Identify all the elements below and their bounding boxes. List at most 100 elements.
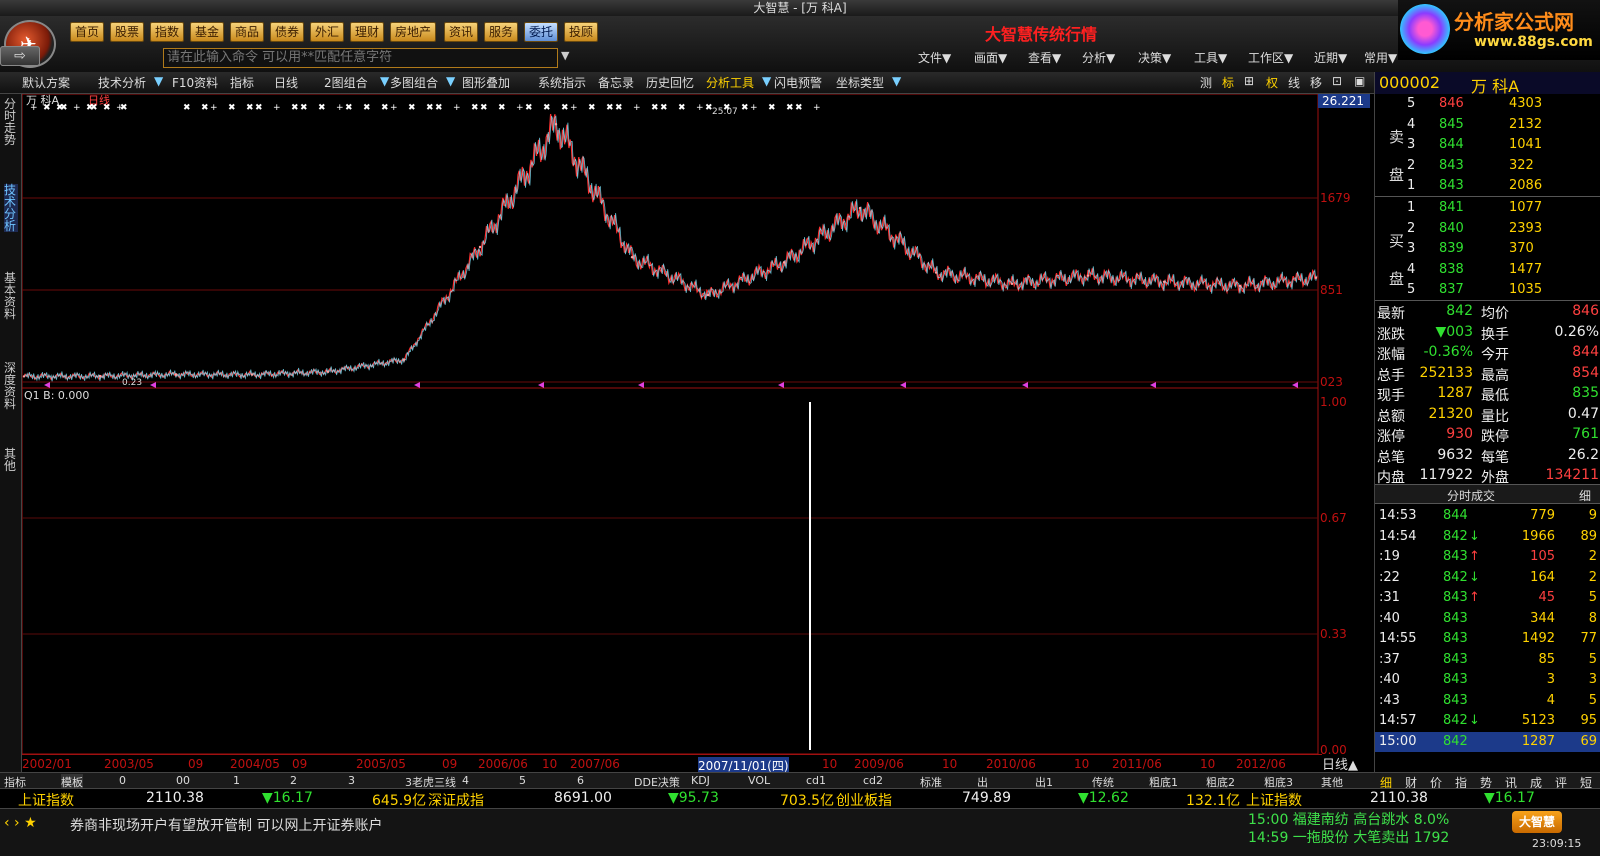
buy-row-4[interactable]: 5 837 1035 <box>1375 280 1600 300</box>
indicator-tab-14[interactable]: cd1 <box>806 774 826 787</box>
ticker-item-2[interactable]: ▼16.17 <box>262 790 313 806</box>
indicator-tab-6[interactable]: 3 <box>348 774 355 787</box>
ticker-item-0[interactable]: 上证指数 <box>18 790 74 810</box>
toolbar-item-13[interactable]: 坐标类型 <box>834 74 886 91</box>
ticker-item-7[interactable]: 703.5亿 <box>780 790 834 810</box>
command-input[interactable]: 请在此输入命令 可以用**匹配任意字符 <box>163 48 558 68</box>
menu-button-3[interactable]: 基金 <box>190 22 225 42</box>
toolbar-item-10[interactable]: 历史回忆 <box>644 74 696 91</box>
ticker-item-4[interactable]: 深证成指 <box>428 790 484 810</box>
indicator-tab-9[interactable]: 5 <box>519 774 526 787</box>
toolbar-dropdown-icon[interactable]: ▼ <box>152 74 165 91</box>
tick-row-5[interactable]: :40 843 344 8 <box>1375 609 1600 629</box>
toolbar-icon-7[interactable]: ▣ <box>1352 74 1367 91</box>
toolbar-item-11[interactable]: 分析工具 <box>704 74 756 91</box>
right-menu-0[interactable]: 文件▼ <box>918 49 951 66</box>
menu-button-6[interactable]: 外汇 <box>310 22 345 42</box>
indicator-tab-13[interactable]: VOL <box>748 774 770 787</box>
buy-row-1[interactable]: 2 840 2393 <box>1375 219 1600 239</box>
news-alert-1[interactable]: 15:00 福建南纺 高台跳水 8.0% <box>1248 809 1449 829</box>
tick-row-1[interactable]: 14:54 842 ↓ 1966 89 <box>1375 527 1600 547</box>
right-menu-4[interactable]: 决策▼ <box>1138 49 1171 66</box>
toolbar-icon-0[interactable]: 测 <box>1198 74 1214 91</box>
forward-button[interactable]: ⇨ <box>0 46 40 66</box>
tick-row-10[interactable]: 14:57 842 ↓ 5123 95 <box>1375 711 1600 731</box>
right-menu-7[interactable]: 近期▼ <box>1314 49 1347 66</box>
left-tab-1[interactable]: 技术分析 <box>4 184 18 232</box>
news-scroll[interactable]: 券商非现场开户有望放开管制 可以网上开证券账户 <box>70 815 382 835</box>
nav-arrows-icon[interactable]: ‹ › ★ <box>4 815 37 831</box>
toolbar-item-5[interactable]: 2图组合 <box>322 74 370 91</box>
toolbar-item-12[interactable]: 闪电预警 <box>772 74 824 91</box>
tick-row-9[interactable]: :43 843 4 5 <box>1375 691 1600 711</box>
tick-row-0[interactable]: 14:53 844 779 9 <box>1375 506 1600 526</box>
left-tab-3[interactable]: 深度资料 <box>4 362 18 410</box>
toolbar-icon-2[interactable]: ⊞ <box>1242 74 1256 91</box>
tick-row-6[interactable]: 14:55 843 1492 77 <box>1375 629 1600 649</box>
indicator-tab-12[interactable]: KDJ <box>691 774 710 787</box>
toolbar-item-3[interactable]: 指标 <box>228 74 256 91</box>
tick-detail-button[interactable]: 细 <box>1579 487 1591 504</box>
right-menu-1[interactable]: 画面▼ <box>974 49 1007 66</box>
price-chart[interactable]: 万 科A 日线+ ✖ ✖✖ + ✖✖ ✖ +✖ ✖ ✖ + ✖ ✖ ✖ + ✖ ✖ ✖ + ✖ ✖ ✖ + ✖ ✖ ✖ + ✖ ✖ ✖ + ✖… <box>22 94 1374 388</box>
menu-button-10[interactable]: 服务 <box>484 22 519 42</box>
tick-row-4[interactable]: :31 843 ↑ 45 5 <box>1375 588 1600 608</box>
toolbar-icon-6[interactable]: ⊡ <box>1330 74 1344 91</box>
toolbar-icon-3[interactable]: 权 <box>1264 74 1280 91</box>
toolbar-item-2[interactable]: F10资料 <box>170 74 220 91</box>
tick-row-8[interactable]: :40 843 3 3 <box>1375 670 1600 690</box>
toolbar-item-9[interactable]: 备忘录 <box>596 74 636 91</box>
toolbar-dropdown-icon[interactable]: ▼ <box>890 74 903 91</box>
right-menu-8[interactable]: 常用▼ <box>1364 49 1397 66</box>
tick-row-2[interactable]: :19 843 ↑ 105 2 <box>1375 547 1600 567</box>
right-menu-5[interactable]: 工具▼ <box>1194 49 1227 66</box>
menu-button-2[interactable]: 指数 <box>150 22 185 42</box>
ticker-item-9[interactable]: 749.89 <box>962 790 1011 806</box>
left-tab-4[interactable]: 其他 <box>4 448 18 472</box>
menu-button-1[interactable]: 股票 <box>110 22 145 42</box>
menu-button-8[interactable]: 房地产 <box>390 22 437 42</box>
tick-row-7[interactable]: :37 843 85 5 <box>1375 650 1600 670</box>
indicator-tab-5[interactable]: 2 <box>290 774 297 787</box>
command-dropdown-icon[interactable]: ▼ <box>561 49 569 62</box>
toolbar-item-1[interactable]: 技术分析 <box>96 74 148 91</box>
ticker-item-11[interactable]: 132.1亿 <box>1186 790 1240 810</box>
ticker-item-6[interactable]: ▼95.73 <box>668 790 719 806</box>
buy-row-2[interactable]: 3 839 370 <box>1375 239 1600 259</box>
news-alert-2[interactable]: 14:59 一拖股份 大笔卖出 1792 <box>1248 827 1449 847</box>
sell-row-2[interactable]: 3 844 1041 <box>1375 135 1600 155</box>
ticker-item-12[interactable]: 上证指数 <box>1246 790 1302 810</box>
sell-row-3[interactable]: 2 843 322 <box>1375 156 1600 176</box>
ticker-item-1[interactable]: 2110.38 <box>146 790 204 806</box>
sell-row-4[interactable]: 1 843 2086 <box>1375 176 1600 196</box>
menu-button-4[interactable]: 商品 <box>230 22 265 42</box>
left-tab-0[interactable]: 分时走势 <box>4 98 18 146</box>
menu-button-9[interactable]: 资讯 <box>444 22 479 42</box>
ticker-item-10[interactable]: ▼12.62 <box>1078 790 1129 806</box>
toolbar-icon-1[interactable]: 标 <box>1220 74 1236 91</box>
indicator-chart[interactable]: Q1 B: 0.000 1.00 0.67 0.33 0.00 <box>22 388 1374 754</box>
axis-period-label[interactable]: 日线▲ <box>1322 754 1358 773</box>
toolbar-icon-5[interactable]: 移 <box>1308 74 1324 91</box>
right-menu-6[interactable]: 工作区▼ <box>1248 49 1293 66</box>
toolbar-item-6[interactable]: 多图组合 <box>388 74 440 91</box>
left-tab-2[interactable]: 基本资料 <box>4 272 18 320</box>
menu-button-12[interactable]: 投顾 <box>564 22 599 42</box>
menu-button-5[interactable]: 债券 <box>270 22 305 42</box>
ticker-item-8[interactable]: 创业板指 <box>836 790 892 810</box>
buy-row-3[interactable]: 4 838 1477 <box>1375 260 1600 280</box>
tick-row-11[interactable]: 15:00 842 1287 69 <box>1375 731 1600 752</box>
right-menu-2[interactable]: 查看▼ <box>1028 49 1061 66</box>
toolbar-item-8[interactable]: 系统指示 <box>536 74 588 91</box>
indicator-tab-2[interactable]: 0 <box>119 774 126 787</box>
indicator-tab-15[interactable]: cd2 <box>863 774 883 787</box>
sell-row-1[interactable]: 4 845 2132 <box>1375 115 1600 135</box>
tick-row-3[interactable]: :22 842 ↓ 164 2 <box>1375 568 1600 588</box>
menu-button-7[interactable]: 理财 <box>350 22 385 42</box>
toolbar-item-0[interactable]: 默认方案 <box>20 74 72 91</box>
toolbar-dropdown-icon[interactable]: ▼ <box>444 74 457 91</box>
indicator-tab-3[interactable]: 00 <box>176 774 190 787</box>
indicator-tab-10[interactable]: 6 <box>577 774 584 787</box>
ticker-item-13[interactable]: 2110.38 <box>1370 790 1428 806</box>
menu-button-0[interactable]: 首页 <box>70 22 105 42</box>
